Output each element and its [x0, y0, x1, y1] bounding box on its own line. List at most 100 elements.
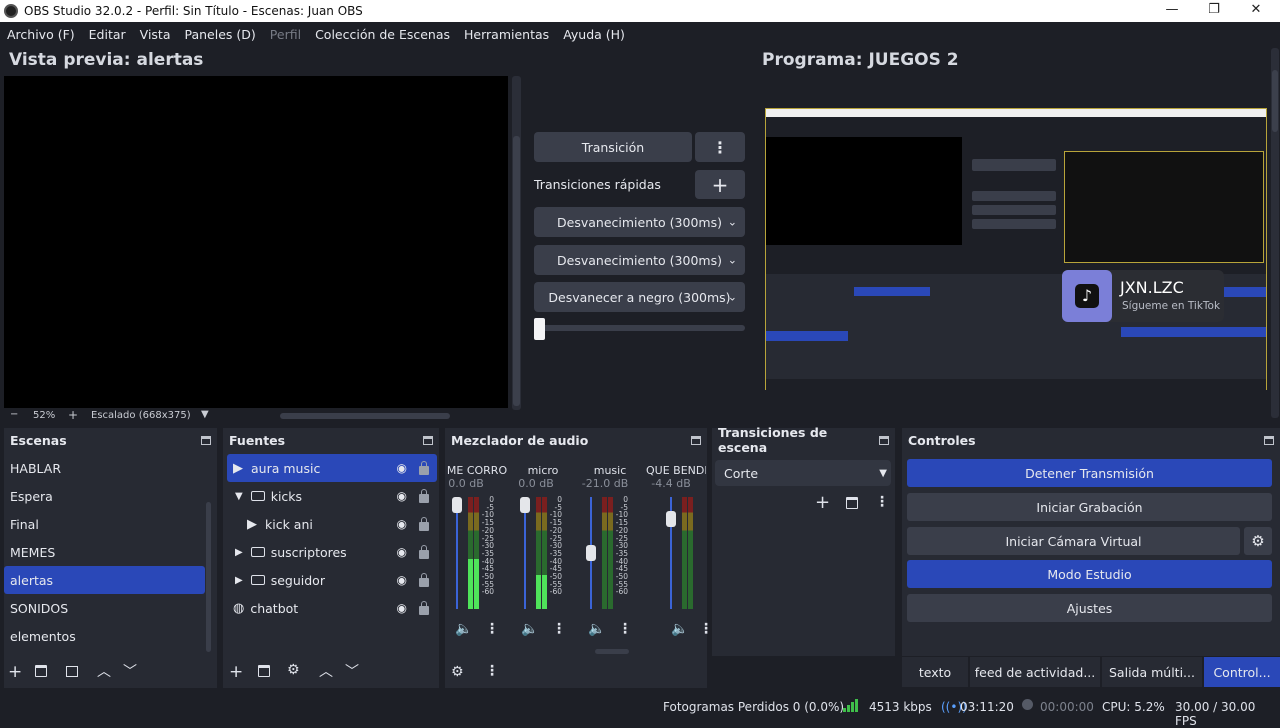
quick-transition-2[interactable]: Desvanecimiento (300ms) ⌄ [534, 245, 745, 275]
add-scene-button[interactable]: + [8, 662, 22, 682]
source-item[interactable]: ◍ chatbot ◉ [227, 594, 437, 622]
remove-scene-trash-icon[interactable] [35, 665, 47, 677]
move-up-icon[interactable]: ︿ [319, 661, 333, 681]
preview-vscroll[interactable] [512, 76, 521, 410]
mixer-hscroll[interactable] [595, 649, 629, 654]
tbar-track[interactable] [534, 325, 745, 331]
lock-icon[interactable] [419, 489, 429, 503]
studio-mode-button[interactable]: Modo Estudio [907, 560, 1272, 588]
preview-hscroll[interactable] [280, 413, 450, 419]
lock-icon[interactable] [419, 573, 429, 587]
volume-fader-track[interactable] [456, 497, 458, 609]
move-up-icon[interactable]: ︿ [97, 661, 111, 681]
source-properties-gear-icon[interactable]: ⚙ [287, 662, 300, 678]
undock-icon[interactable] [201, 435, 211, 445]
source-item[interactable]: ▶ seguidor ◉ [227, 566, 437, 594]
menu-ayuda[interactable]: Ayuda (H) [556, 27, 632, 42]
tab-feed-actividad[interactable]: feed de actividad... [970, 657, 1100, 687]
scene-item[interactable]: MEMES [4, 538, 205, 566]
transition-select[interactable]: Corte ▼ [715, 460, 891, 486]
mixer-menu-icon[interactable]: ⋮ [485, 663, 499, 679]
channel-menu-icon[interactable]: ⋮ [618, 621, 632, 637]
menu-paneles[interactable]: Paneles (D) [178, 27, 263, 42]
transition-button[interactable]: Transición [534, 132, 692, 162]
volume-fader-track[interactable] [524, 497, 526, 609]
remove-source-trash-icon[interactable] [258, 665, 270, 677]
eye-icon[interactable]: ◉ [397, 489, 407, 503]
scene-item[interactable]: Espera [4, 482, 205, 510]
undock-icon[interactable] [423, 435, 433, 445]
source-item[interactable]: ▶ suscriptores ◉ [227, 538, 437, 566]
undock-icon[interactable] [879, 435, 889, 445]
source-item[interactable]: ▼ kicks ◉ [227, 482, 437, 510]
tab-controles[interactable]: Control... [1204, 657, 1280, 687]
undock-icon[interactable] [1264, 435, 1274, 445]
mute-speaker-icon[interactable]: 🔈 [671, 621, 688, 637]
lock-icon[interactable] [419, 545, 429, 559]
expand-arrow-icon[interactable]: ▶ [235, 547, 243, 558]
program-vscroll[interactable] [1271, 48, 1279, 418]
menu-herramientas[interactable]: Herramientas [457, 27, 556, 42]
tbar-slider[interactable] [534, 318, 545, 340]
minimize-icon[interactable]: — [1152, 0, 1192, 22]
add-quick-transition-button[interactable]: + [695, 170, 745, 199]
start-recording-button[interactable]: Iniciar Grabación [907, 493, 1272, 521]
scene-item[interactable]: SONIDOS [4, 594, 205, 622]
settings-button[interactable]: Ajustes [907, 594, 1272, 622]
scene-item[interactable]: HABLAR [4, 454, 205, 482]
start-virtual-camera-button[interactable]: Iniciar Cámara Virtual [907, 527, 1240, 555]
scene-filters-icon[interactable] [66, 666, 78, 677]
remove-transition-trash-icon[interactable] [846, 497, 858, 509]
eye-icon[interactable]: ◉ [397, 517, 407, 531]
scene-item[interactable]: Final [4, 510, 205, 538]
menu-perfil[interactable]: Perfil [263, 27, 308, 42]
lock-icon[interactable] [419, 601, 429, 615]
eye-icon[interactable]: ◉ [397, 545, 407, 559]
zoom-in-button[interactable]: + [68, 408, 78, 422]
tab-texto[interactable]: texto [902, 657, 968, 687]
eye-icon[interactable]: ◉ [397, 461, 407, 475]
quick-transition-3[interactable]: Desvanecer a negro (300ms) ⌄ [534, 282, 745, 312]
move-down-icon[interactable]: ﹀ [345, 661, 359, 681]
menu-editar[interactable]: Editar [82, 27, 133, 42]
menu-archivo[interactable]: Archivo (F) [0, 27, 82, 42]
channel-menu-icon[interactable]: ⋮ [552, 621, 566, 637]
channel-menu-icon[interactable]: ⋮ [485, 621, 499, 637]
add-source-button[interactable]: + [229, 662, 243, 682]
close-icon[interactable]: ✕ [1236, 0, 1276, 22]
move-down-icon[interactable]: ﹀ [123, 661, 137, 681]
scale-dropdown-icon[interactable]: ▼ [201, 409, 209, 420]
tab-salida-multiple[interactable]: Salida múlti... [1102, 657, 1202, 687]
mute-speaker-icon[interactable]: 🔈 [588, 621, 605, 637]
volume-fader-knob[interactable] [452, 497, 462, 513]
undock-icon[interactable] [691, 435, 701, 445]
scene-item-selected[interactable]: alertas [4, 566, 205, 594]
stop-streaming-button[interactable]: Detener Transmisión [907, 459, 1272, 487]
advanced-audio-gear-icon[interactable]: ⚙ [451, 664, 464, 680]
eye-icon[interactable]: ◉ [397, 573, 407, 587]
collapse-arrow-icon[interactable]: ▼ [235, 491, 243, 502]
scene-item[interactable]: elementos [4, 622, 205, 650]
lock-icon[interactable] [419, 461, 429, 475]
transition-menu-icon[interactable]: ⋮ [695, 132, 745, 162]
mute-speaker-icon[interactable]: 🔈 [521, 621, 538, 637]
maximize-icon[interactable]: ❐ [1194, 0, 1234, 22]
mute-speaker-icon[interactable]: 🔈 [455, 621, 472, 637]
transition-props-menu-icon[interactable]: ⋮ [875, 494, 889, 510]
scenes-scrollbar[interactable] [206, 502, 211, 652]
program-canvas[interactable] [765, 108, 1267, 390]
source-item-selected[interactable]: ▶ aura music ◉ [227, 454, 437, 482]
lock-icon[interactable] [419, 517, 429, 531]
menu-vista[interactable]: Vista [133, 27, 178, 42]
quick-transition-1[interactable]: Desvanecimiento (300ms) ⌄ [534, 207, 745, 237]
expand-arrow-icon[interactable]: ▶ [235, 575, 243, 586]
channel-menu-icon[interactable]: ⋮ [699, 621, 713, 637]
virtual-camera-gear-icon[interactable]: ⚙ [1244, 527, 1272, 555]
add-transition-button[interactable]: + [815, 492, 830, 513]
menu-coleccion[interactable]: Colección de Escenas [308, 27, 457, 42]
volume-fader-knob[interactable] [586, 545, 596, 561]
preview-canvas[interactable] [4, 76, 508, 408]
eye-icon[interactable]: ◉ [397, 601, 407, 615]
source-item[interactable]: ▶ kick ani ◉ [227, 510, 437, 538]
volume-fader-knob[interactable] [666, 511, 676, 528]
